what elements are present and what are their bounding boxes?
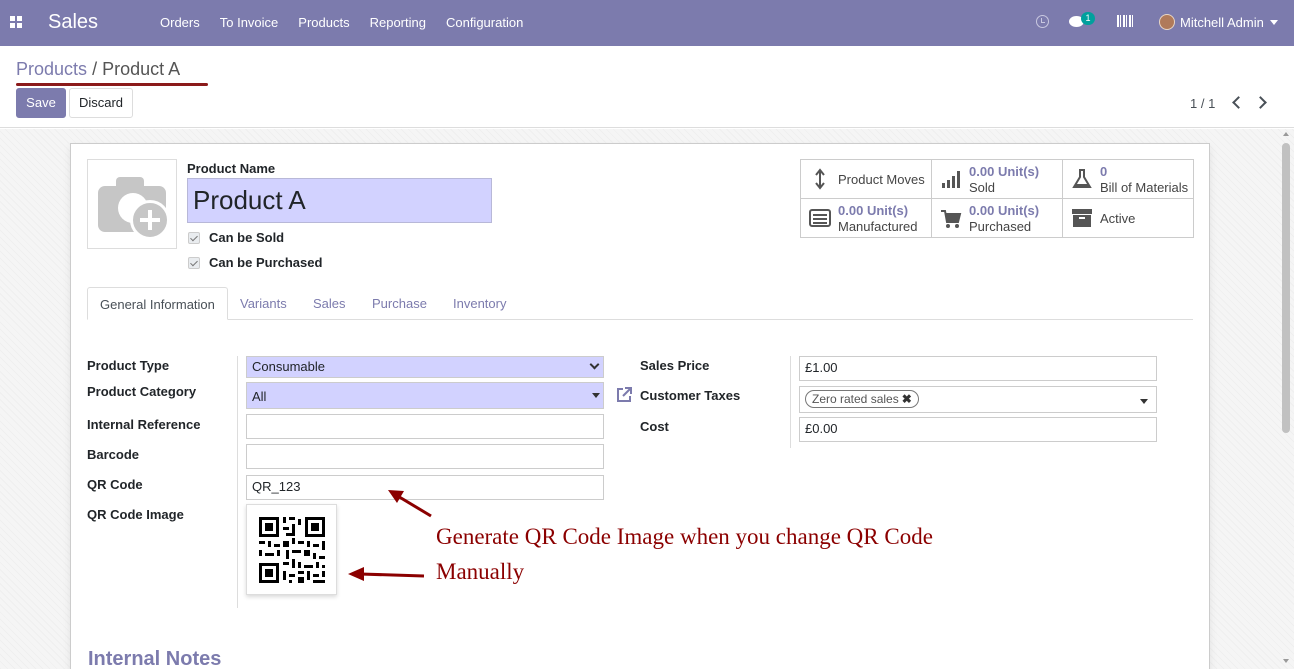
tab-variants[interactable]: Variants — [228, 287, 299, 320]
internal-notes-heading: Internal Notes — [88, 648, 222, 669]
scroll-down-icon[interactable] — [1283, 659, 1289, 663]
apps-menu-icon[interactable] — [10, 16, 22, 28]
cost-input[interactable]: £0.00 — [799, 417, 1157, 442]
menu-to-invoice[interactable]: To Invoice — [210, 15, 289, 30]
qr-code-image[interactable] — [246, 504, 337, 595]
main-menu: Orders To Invoice Products Reporting Con… — [150, 15, 533, 30]
qr-code-image-label: QR Code Image — [87, 507, 184, 522]
purchased-value: 0.00 — [969, 203, 995, 218]
qr-code-icon — [259, 517, 325, 583]
cost-label: Cost — [640, 419, 669, 434]
tab-sales[interactable]: Sales — [301, 287, 358, 320]
product-category-caret-icon[interactable] — [592, 393, 600, 398]
activity-clock-icon[interactable] — [1036, 15, 1049, 28]
bom-label: Bill of Materials — [1100, 180, 1189, 195]
remove-tag-icon[interactable]: ✖ — [902, 392, 912, 406]
up-down-arrow-icon — [815, 168, 825, 190]
menu-reporting[interactable]: Reporting — [360, 15, 436, 30]
sales-price-input[interactable]: £1.00 — [799, 356, 1157, 381]
customer-taxes-caret-icon[interactable] — [1140, 399, 1148, 404]
scrollbar-thumb[interactable] — [1282, 143, 1290, 433]
can-be-purchased-checkbox[interactable] — [188, 257, 200, 269]
pager-value: 1 / 1 — [1190, 96, 1216, 111]
sales-price-label: Sales Price — [640, 358, 710, 373]
can-be-sold-checkbox[interactable] — [188, 232, 200, 244]
product-moves-button[interactable]: Product Moves — [801, 160, 932, 199]
product-name-input[interactable]: Product A — [187, 178, 492, 223]
external-link-icon[interactable] — [615, 386, 633, 404]
tax-tag[interactable]: Zero rated sales ✖ — [805, 390, 919, 408]
product-type-label: Product Type — [87, 358, 170, 373]
customer-taxes-label: Customer Taxes — [640, 388, 741, 403]
sold-unit: Unit(s) — [997, 164, 1040, 179]
app-name[interactable]: Sales — [48, 11, 98, 34]
list-icon — [809, 209, 831, 227]
flask-icon — [1072, 169, 1092, 188]
purchased-unit: Unit(s) — [997, 203, 1040, 218]
smart-buttons: Product Moves 0.00 Unit(s) Sold 0 Bill o… — [800, 159, 1194, 238]
save-button[interactable]: Save — [16, 88, 66, 118]
can-be-sold-label: Can be Sold — [209, 230, 285, 245]
barcode-input[interactable] — [246, 444, 604, 469]
product-category-label: Product Category — [87, 384, 197, 399]
user-menu-caret-icon[interactable] — [1270, 20, 1278, 25]
breadcrumb-current: Product A — [102, 59, 181, 79]
tab-purchase[interactable]: Purchase — [360, 287, 439, 320]
annotation-line-2: Manually — [436, 559, 525, 584]
sold-label: Sold — [969, 180, 996, 195]
bill-of-materials-button[interactable]: 0 Bill of Materials — [1063, 160, 1194, 199]
breadcrumb-annotation-underline — [16, 83, 208, 86]
qr-code-label: QR Code — [87, 477, 143, 492]
manufactured-button[interactable]: 0.00 Unit(s) Manufactured — [801, 199, 932, 238]
manufactured-value: 0.00 — [838, 203, 864, 218]
tab-inventory[interactable]: Inventory — [441, 287, 518, 320]
chat-count-badge: 1 — [1081, 12, 1095, 25]
active-label: Active — [1100, 211, 1136, 226]
breadcrumb-products[interactable]: Products — [16, 59, 87, 79]
add-image-icon — [130, 200, 170, 240]
breadcrumb: Products / Product A — [16, 59, 180, 80]
barcode-icon[interactable] — [1117, 15, 1133, 27]
breadcrumb-separator: / — [92, 59, 98, 79]
menu-orders[interactable]: Orders — [150, 15, 210, 30]
purchased-button[interactable]: 0.00 Unit(s) Purchased — [932, 199, 1063, 238]
bom-value: 0 — [1100, 164, 1108, 179]
shopping-cart-icon — [941, 210, 962, 228]
tab-general-information[interactable]: General Information — [87, 287, 228, 320]
annotation-line-1: Generate QR Code Image when you change Q… — [436, 524, 933, 549]
top-navbar: Sales Orders To Invoice Products Reporti… — [0, 0, 1294, 46]
scroll-up-icon[interactable] — [1283, 132, 1289, 136]
control-panel: Products / Product A Save Discard 1 / 1 — [0, 46, 1294, 128]
archive-icon — [1072, 209, 1092, 227]
menu-configuration[interactable]: Configuration — [436, 15, 533, 30]
pager-next-icon[interactable] — [1254, 96, 1267, 109]
qr-code-input[interactable]: QR_123 — [246, 475, 604, 500]
product-type-select[interactable]: Consumable — [246, 356, 604, 378]
purchased-label: Purchased — [969, 219, 1032, 234]
internal-reference-input[interactable] — [246, 414, 604, 439]
tax-tag-label: Zero rated sales — [812, 392, 899, 406]
product-image[interactable] — [87, 159, 177, 249]
left-group-divider — [237, 356, 238, 608]
active-toggle-button[interactable]: Active — [1063, 199, 1194, 238]
internal-reference-label: Internal Reference — [87, 417, 201, 432]
sold-button[interactable]: 0.00 Unit(s) Sold — [932, 160, 1063, 199]
signal-bars-icon — [942, 171, 960, 188]
user-avatar[interactable] — [1159, 14, 1175, 30]
manufactured-unit: Unit(s) — [866, 203, 909, 218]
manufactured-label: Manufactured — [838, 219, 918, 234]
product-moves-label: Product Moves — [838, 172, 925, 187]
product-name-label: Product Name — [187, 161, 276, 176]
barcode-label: Barcode — [87, 447, 140, 462]
right-group-divider — [790, 356, 791, 448]
menu-products[interactable]: Products — [288, 15, 359, 30]
product-category-select[interactable]: All — [246, 382, 604, 409]
can-be-purchased-label: Can be Purchased — [209, 255, 323, 270]
discard-button[interactable]: Discard — [69, 88, 133, 118]
sold-value: 0.00 — [969, 164, 995, 179]
pager-prev-icon[interactable] — [1232, 96, 1245, 109]
user-name[interactable]: Mitchell Admin — [1180, 15, 1264, 30]
